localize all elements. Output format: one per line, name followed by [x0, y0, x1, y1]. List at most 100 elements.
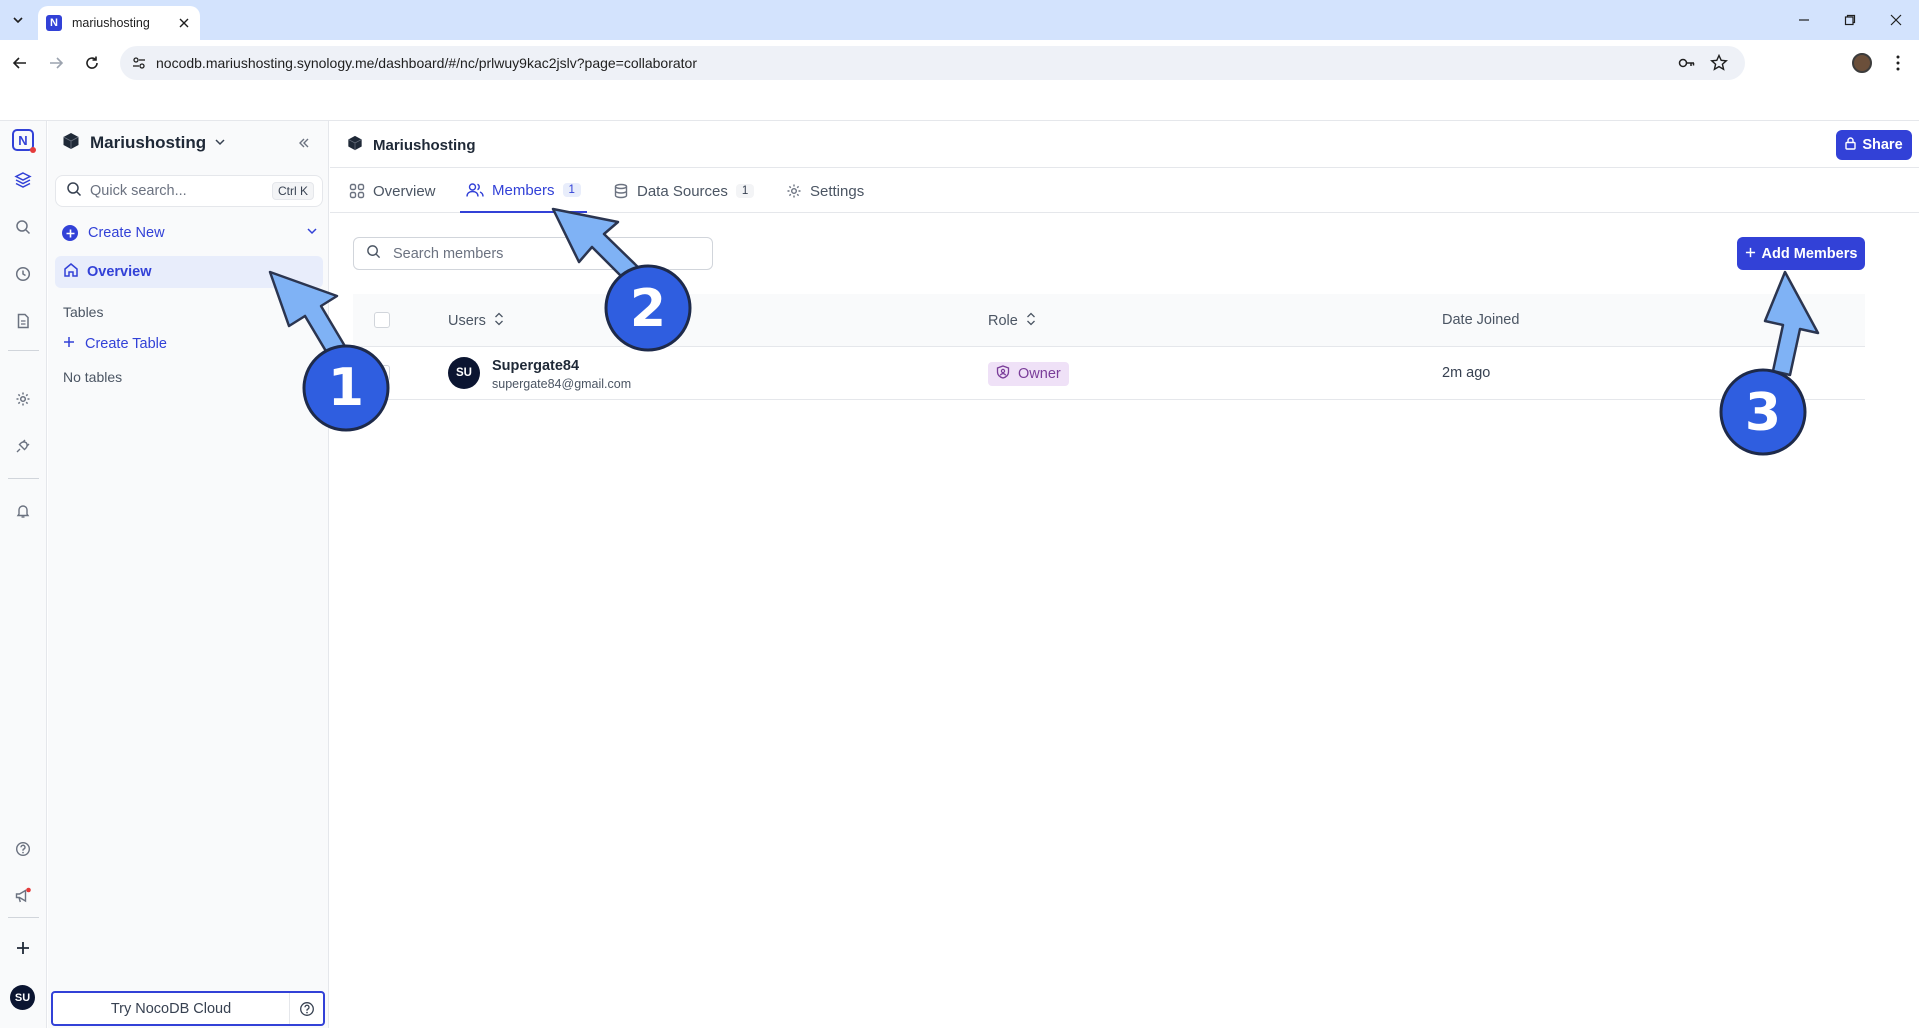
column-label: Role — [988, 313, 1018, 329]
table-header: Users Role Date Joined — [353, 294, 1865, 347]
rail-add-plus-icon[interactable] — [11, 936, 35, 960]
url-text: nocodb.mariushosting.synology.me/dashboa… — [156, 55, 698, 71]
reload-icon[interactable] — [80, 51, 104, 75]
collapse-sidebar-icon[interactable] — [294, 133, 314, 153]
rail-search-icon[interactable] — [11, 215, 35, 239]
column-label: Users — [448, 313, 486, 329]
database-icon — [613, 183, 629, 199]
tab-label: Data Sources — [637, 182, 728, 200]
sort-icon[interactable] — [494, 312, 504, 330]
search-members-input[interactable]: Search members — [353, 237, 713, 270]
add-members-button[interactable]: Add Members — [1737, 237, 1865, 270]
chevron-down-icon[interactable] — [306, 225, 318, 241]
minimize-window-icon[interactable] — [1790, 8, 1818, 32]
tab-bar: Overview Members 1 Data Sources 1 Settin… — [330, 169, 1919, 213]
users-icon — [466, 182, 484, 198]
browser-tab[interactable]: N mariushosting — [38, 6, 200, 40]
notification-dot — [30, 147, 36, 153]
nocodb-favicon-icon: N — [46, 15, 62, 31]
bookmark-star-icon[interactable] — [1710, 53, 1728, 75]
user-name: Supergate84 — [492, 358, 580, 374]
workspace-name: Mariushosting — [90, 133, 207, 152]
date-joined: 2m ago — [1442, 365, 1491, 381]
share-button[interactable]: Share — [1836, 130, 1912, 160]
restore-window-icon[interactable] — [1836, 8, 1864, 32]
data-sources-count-badge: 1 — [735, 184, 755, 198]
left-rail: N SU — [0, 121, 47, 1028]
gear-icon — [786, 183, 802, 199]
quick-search-input[interactable]: Quick search... Ctrl K — [55, 175, 323, 207]
address-bar[interactable]: nocodb.mariushosting.synology.me/dashboa… — [120, 46, 1745, 80]
create-table-button[interactable]: Create Table — [63, 336, 167, 352]
tab-members[interactable]: Members 1 — [460, 169, 587, 213]
lock-icon — [1845, 136, 1857, 154]
column-users[interactable]: Users — [448, 312, 504, 330]
plus-circle-icon — [62, 225, 78, 241]
help-circle-icon[interactable] — [289, 993, 323, 1024]
rail-integrations-plug-icon[interactable] — [11, 434, 35, 458]
create-new-label: Create New — [88, 225, 165, 241]
main-header: Mariushosting Share — [330, 121, 1919, 168]
rail-history-icon[interactable] — [11, 262, 35, 286]
sidebar-item-label: Overview — [87, 264, 152, 280]
browser-titlebar: N mariushosting — [0, 0, 1919, 40]
add-members-label: Add Members — [1761, 245, 1858, 262]
nocodb-logo-icon[interactable]: N — [12, 129, 36, 153]
select-all-checkbox[interactable] — [374, 312, 390, 328]
back-icon[interactable] — [8, 51, 32, 75]
base-cube-icon — [347, 135, 363, 155]
forward-icon[interactable] — [44, 51, 68, 75]
sidebar-item-overview[interactable]: Overview — [55, 256, 323, 288]
tab-data-sources[interactable]: Data Sources 1 — [613, 169, 755, 213]
tab-overview[interactable]: Overview — [349, 169, 436, 213]
password-key-icon[interactable] — [1678, 54, 1696, 75]
row-checkbox[interactable] — [374, 365, 390, 381]
close-tab-icon[interactable] — [176, 15, 192, 31]
tab-label: Overview — [373, 182, 436, 200]
rail-notifications-bell-icon[interactable] — [11, 499, 35, 523]
chevron-down-icon — [13, 17, 23, 24]
quick-search-shortcut: Ctrl K — [272, 182, 314, 200]
search-icon — [66, 181, 82, 201]
role-badge[interactable]: Owner — [988, 362, 1069, 386]
rail-bases-icon[interactable] — [11, 168, 35, 192]
page-title-text: Mariushosting — [373, 136, 476, 154]
user-shield-icon — [996, 365, 1010, 383]
tab-settings[interactable]: Settings — [786, 169, 864, 213]
no-tables-text: No tables — [63, 369, 123, 385]
tab-search-button[interactable] — [6, 8, 30, 32]
site-settings-icon[interactable] — [132, 56, 146, 73]
column-label: Date Joined — [1442, 312, 1520, 328]
column-role[interactable]: Role — [988, 312, 1036, 330]
rail-divider-3 — [8, 917, 39, 918]
avatar: SU — [448, 357, 480, 389]
workspace-switcher[interactable]: Mariushosting — [62, 131, 226, 155]
rail-docs-icon[interactable] — [11, 309, 35, 333]
grid-icon — [349, 183, 365, 199]
rail-divider — [8, 350, 39, 351]
rail-settings-gear-icon[interactable] — [11, 387, 35, 411]
browser-menu-icon[interactable] — [1888, 51, 1908, 75]
sort-icon[interactable] — [1026, 312, 1036, 330]
members-table: Users Role Date Joined SU Supergate84 su… — [353, 294, 1865, 400]
column-date-joined: Date Joined — [1442, 312, 1519, 328]
tab-label: Settings — [810, 182, 865, 200]
create-table-label: Create Table — [85, 336, 167, 352]
search-members-placeholder: Search members — [393, 245, 504, 262]
rail-user-avatar[interactable]: SU — [10, 985, 35, 1010]
rail-divider-2 — [8, 478, 39, 479]
rail-help-icon[interactable] — [11, 837, 35, 861]
user-email: supergate84@gmail.com — [492, 377, 632, 391]
page-title: Mariushosting — [347, 135, 476, 155]
create-new-button[interactable]: Create New — [62, 221, 318, 245]
try-nocodb-cloud-button[interactable]: Try NocoDB Cloud — [51, 991, 325, 1026]
rail-announcements-megaphone-icon[interactable] — [11, 884, 35, 908]
plus-icon — [1745, 246, 1756, 262]
tab-title: mariushosting — [72, 16, 150, 30]
browser-toolbar: nocodb.mariushosting.synology.me/dashboa… — [0, 40, 1919, 86]
logo-letter: N — [18, 132, 28, 148]
plus-icon — [63, 336, 75, 352]
browser-profile-avatar[interactable] — [1852, 53, 1872, 73]
close-window-icon[interactable] — [1882, 8, 1910, 32]
sidebar: Mariushosting Quick search... Ctrl K Cre… — [48, 121, 329, 1028]
